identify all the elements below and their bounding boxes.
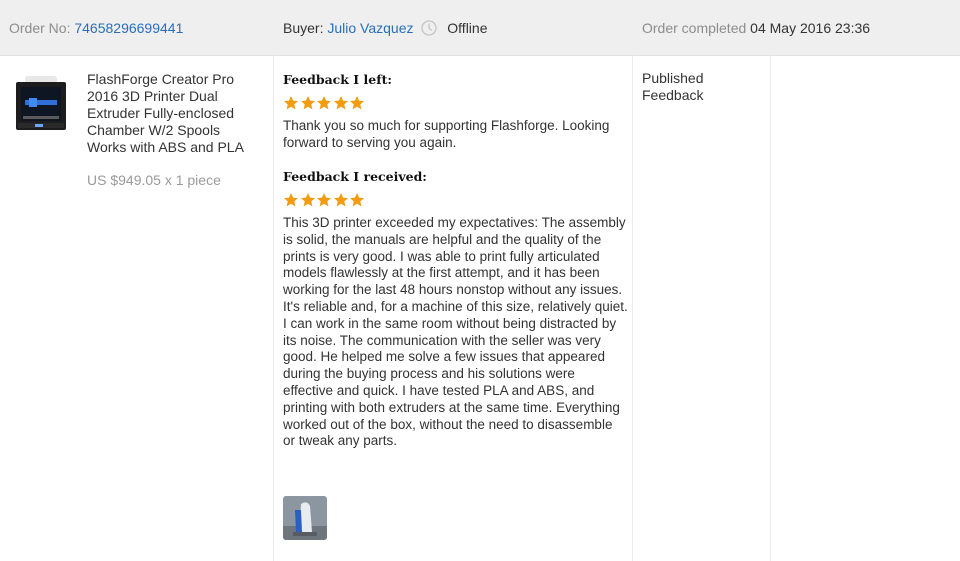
order-number-cell: Order No: 74658296699441 [9, 0, 183, 55]
star-icon [300, 192, 316, 208]
star-icon [316, 192, 332, 208]
product-thumbnail-icon[interactable] [15, 76, 67, 132]
feedback-left-text: Thank you so much for supporting Flashfo… [283, 118, 610, 150]
column-divider [632, 55, 633, 561]
star-icon [349, 95, 365, 111]
star-icon [283, 95, 299, 111]
feedback-left-rating [283, 95, 366, 111]
product-price: US $949.05 x 1 piece [87, 172, 221, 188]
order-completed-label: Order completed [642, 20, 747, 36]
order-number-label: Order No: [9, 20, 71, 36]
review-photo-thumbnail-icon[interactable] [283, 496, 327, 540]
feedback-status: Published Feedback [642, 70, 704, 103]
buyer-name-link[interactable]: Julio Vazquez [327, 20, 413, 36]
product-column: FlashForge Creator Pro 2016 3D Printer D… [0, 55, 273, 561]
buyer-cell: Buyer: Julio Vazquez Offline [283, 0, 488, 55]
feedback-left-label: Feedback I left: [283, 72, 392, 87]
column-divider [770, 55, 771, 561]
feedback-received-rating [283, 192, 366, 208]
buyer-status: Offline [447, 20, 488, 36]
star-icon [333, 95, 349, 111]
order-completed-date: 04 May 2016 23:36 [750, 20, 871, 36]
order-number-link[interactable]: 74658296699441 [74, 20, 183, 36]
star-icon [333, 192, 349, 208]
feedback-received-label: Feedback I received: [283, 169, 427, 184]
column-divider [273, 55, 274, 561]
star-icon [283, 192, 299, 208]
order-completed-cell: Order completed 04 May 2016 23:36 [642, 0, 870, 55]
order-header: Order No: 74658296699441 Buyer: Julio Va… [0, 0, 960, 56]
feedback-received-text: This 3D printer exceeded my expectatives… [283, 215, 628, 449]
star-icon [349, 192, 365, 208]
star-icon [300, 95, 316, 111]
star-icon [316, 95, 332, 111]
product-title-link[interactable]: FlashForge Creator Pro 2016 3D Printer D… [87, 71, 262, 156]
buyer-label: Buyer: [283, 20, 324, 36]
offline-status-icon [421, 3, 438, 36]
